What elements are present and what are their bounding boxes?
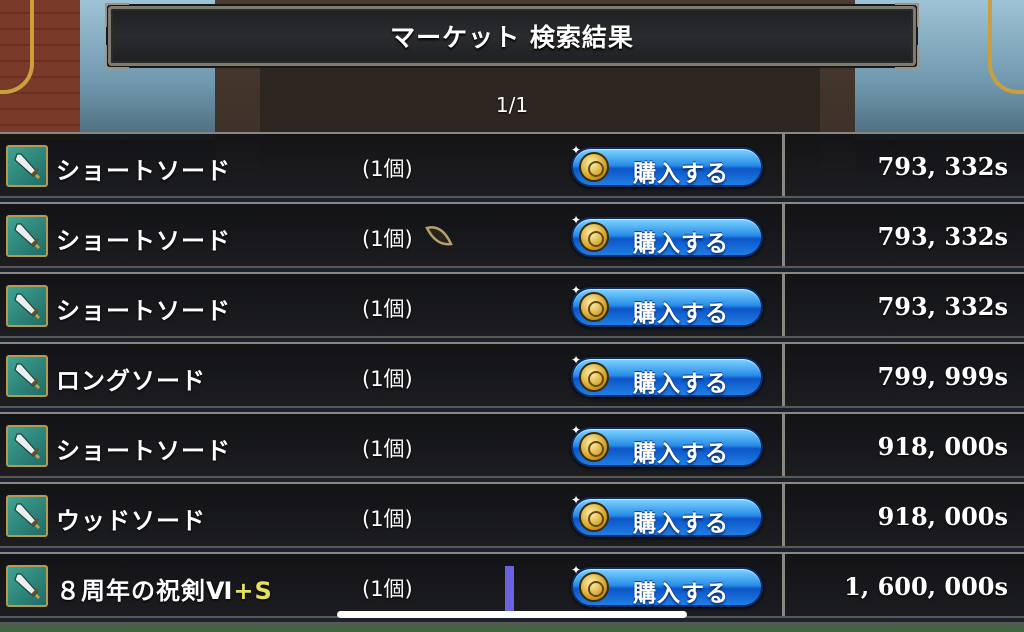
listing-row[interactable]: ロングソード (1個) ✦ 購入する 799, 999s xyxy=(0,342,1024,408)
buy-button-label: 購入する xyxy=(633,371,729,397)
buy-button-label: 購入する xyxy=(633,231,729,257)
frame-corner xyxy=(895,3,919,27)
item-name: ショートソード xyxy=(56,151,231,186)
column-divider xyxy=(782,414,785,476)
bottom-edge xyxy=(0,622,1024,632)
column-divider xyxy=(782,134,785,196)
price-label: 1, 600, 000s xyxy=(844,572,1008,601)
column-divider xyxy=(782,274,785,336)
buy-button[interactable]: ✦ 購入する xyxy=(571,213,763,257)
item-name-text: ショートソード xyxy=(56,157,231,185)
price-label: 793, 332s xyxy=(877,222,1008,251)
quantity-label: (1個) xyxy=(362,367,413,391)
coin-icon xyxy=(579,152,609,182)
item-name-text: ショートソード xyxy=(56,227,231,255)
sparkle-icon: ✦ xyxy=(571,423,582,437)
sparkle-icon: ✦ xyxy=(571,213,582,227)
item-name-text: ロングソード xyxy=(56,367,206,395)
sword-icon[interactable] xyxy=(6,285,48,327)
item-name: ショートソード xyxy=(56,431,231,466)
coin-icon xyxy=(579,502,609,532)
buy-button-label: 購入する xyxy=(633,301,729,327)
quantity-label: (1個) xyxy=(362,437,413,461)
sword-icon[interactable] xyxy=(6,215,48,257)
price-label: 793, 332s xyxy=(877,152,1008,181)
item-name-text: ウッドソード xyxy=(56,507,206,535)
item-name-text: ショートソード xyxy=(56,297,231,325)
text-cursor xyxy=(505,566,514,612)
quantity-label: (1個) xyxy=(362,577,413,601)
coin-icon xyxy=(579,222,609,252)
frame-corner xyxy=(895,45,919,69)
column-divider xyxy=(782,344,785,406)
sparkle-icon: ✦ xyxy=(571,563,582,577)
buy-button-label: 購入する xyxy=(633,511,729,537)
title-bar: マーケット 検索結果 xyxy=(105,3,919,69)
sparkle-icon: ✦ xyxy=(571,353,582,367)
item-name: ８周年の祝剣Ⅵ+S xyxy=(56,571,273,606)
buy-button[interactable]: ✦ 購入する xyxy=(571,423,763,467)
enhancement-label: +S xyxy=(233,577,273,605)
leaf-icon xyxy=(425,226,453,246)
quantity-label: (1個) xyxy=(362,227,413,251)
coin-icon xyxy=(579,362,609,392)
home-indicator[interactable] xyxy=(337,611,687,618)
item-name: ショートソード xyxy=(56,291,231,326)
coin-icon xyxy=(579,432,609,462)
listing-row[interactable]: ショートソード (1個) ✦ 購入する 918, 000s xyxy=(0,412,1024,478)
item-name: ウッドソード xyxy=(56,501,206,536)
price-label: 918, 000s xyxy=(877,502,1008,531)
coin-icon xyxy=(579,292,609,322)
price-label: 918, 000s xyxy=(877,432,1008,461)
buy-button[interactable]: ✦ 購入する xyxy=(571,353,763,397)
page-title: マーケット 検索結果 xyxy=(390,23,634,52)
column-divider xyxy=(782,204,785,266)
item-name-text: ショートソード xyxy=(56,437,231,465)
buy-button[interactable]: ✦ 購入する xyxy=(571,563,763,607)
column-divider xyxy=(782,484,785,546)
item-name: ロングソード xyxy=(56,361,206,396)
listing-row[interactable]: ショートソード (1個) ✦ 購入する 793, 332s xyxy=(0,272,1024,338)
item-name: ショートソード xyxy=(56,221,231,256)
quantity-label: (1個) xyxy=(362,297,413,321)
listing-row[interactable]: ショートソード (1個) ✦ 購入する 793, 332s xyxy=(0,202,1024,268)
buy-button-label: 購入する xyxy=(633,441,729,467)
quantity-label: (1個) xyxy=(362,507,413,531)
sword-icon[interactable] xyxy=(6,145,48,187)
sparkle-icon: ✦ xyxy=(571,143,582,157)
sparkle-icon: ✦ xyxy=(571,493,582,507)
column-divider xyxy=(782,554,785,616)
item-name-text: ８周年の祝剣Ⅵ xyxy=(56,577,234,605)
frame-corner xyxy=(105,45,129,69)
buy-button-label: 購入する xyxy=(633,581,729,607)
ornament-right xyxy=(988,0,1024,94)
sword-icon[interactable] xyxy=(6,355,48,397)
buy-button-label: 購入する xyxy=(633,161,729,187)
buy-button[interactable]: ✦ 購入する xyxy=(571,283,763,327)
listing-row[interactable]: ウッドソード (1個) ✦ 購入する 918, 000s xyxy=(0,482,1024,548)
sword-icon[interactable] xyxy=(6,425,48,467)
price-label: 793, 332s xyxy=(877,292,1008,321)
listing-row[interactable]: ショートソード (1個) ✦ 購入する 793, 332s xyxy=(0,132,1024,198)
sword-icon[interactable] xyxy=(6,565,48,607)
coin-icon xyxy=(579,572,609,602)
frame-corner xyxy=(105,3,129,27)
sword-icon[interactable] xyxy=(6,495,48,537)
price-label: 799, 999s xyxy=(877,362,1008,391)
quantity-label: (1個) xyxy=(362,157,413,181)
sparkle-icon: ✦ xyxy=(571,283,582,297)
page-indicator: 1/1 xyxy=(495,93,529,117)
ornament-left xyxy=(0,0,34,94)
buy-button[interactable]: ✦ 購入する xyxy=(571,493,763,537)
buy-button[interactable]: ✦ 購入する xyxy=(571,143,763,187)
